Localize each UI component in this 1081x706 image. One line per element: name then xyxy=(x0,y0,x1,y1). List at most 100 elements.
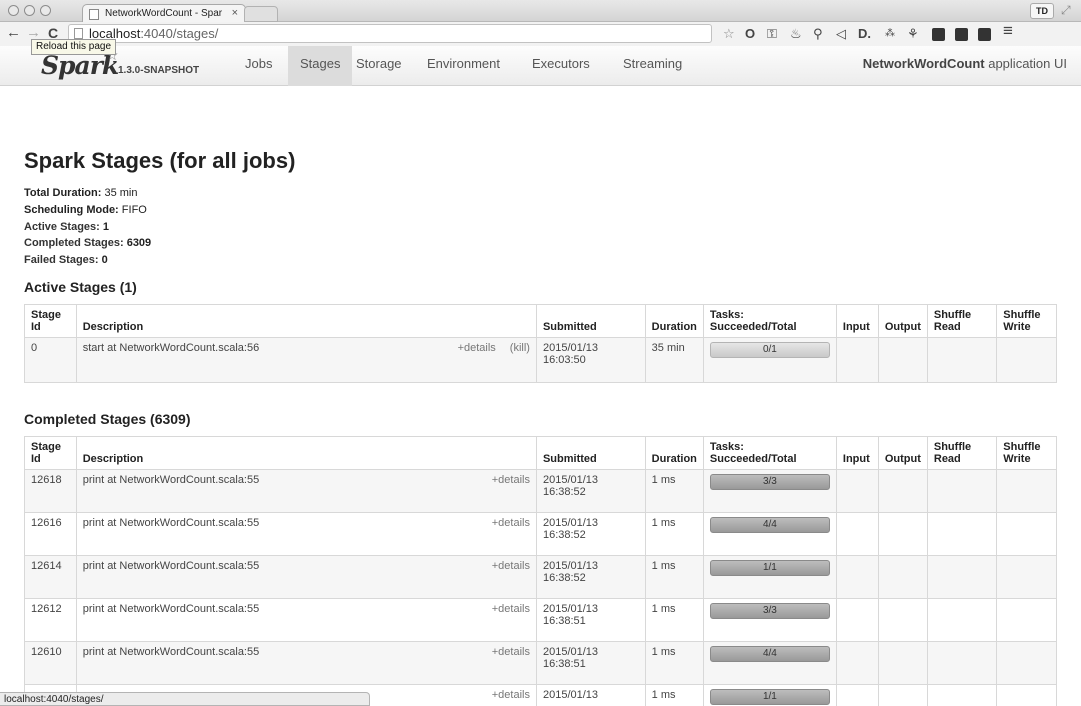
nav-environment[interactable]: Environment xyxy=(427,46,500,86)
stage-description-link[interactable]: start at NetworkWordCount.scala:56 xyxy=(83,342,259,354)
description-cell: print at NetworkWordCount.scala:55 +detai… xyxy=(75,555,537,599)
header-input[interactable]: Input xyxy=(835,436,879,470)
task-progress-bar: 0/1 xyxy=(709,342,830,358)
header-submitted[interactable]: Submitted xyxy=(535,304,646,338)
details-toggle[interactable]: +details xyxy=(492,560,530,572)
stage-id-cell[interactable]: 12612 xyxy=(24,598,77,642)
summary-active-stages[interactable]: Active Stages: 1 xyxy=(24,219,151,236)
details-toggle[interactable]: +details xyxy=(492,689,530,701)
nav-stages[interactable]: Stages xyxy=(288,46,353,86)
reload-tooltip: Reload this page xyxy=(31,39,117,55)
row-actions: +details xyxy=(478,646,530,658)
extension-icon[interactable]: ⚘ xyxy=(907,26,919,41)
stage-description-link[interactable]: print at NetworkWordCount.scala:55 xyxy=(83,560,260,572)
header-description[interactable]: Description xyxy=(75,304,537,338)
duration-cell: 1 ms xyxy=(644,555,704,599)
header-shuffle-read[interactable]: Shuffle Read xyxy=(926,304,998,338)
input-cell xyxy=(835,598,879,642)
output-cell xyxy=(877,684,928,706)
browser-tab[interactable]: NetworkWordCount - Spar × xyxy=(82,4,246,23)
tasks-cell: 0/1 xyxy=(702,337,837,383)
header-shuffle-write[interactable]: Shuffle Write xyxy=(996,304,1057,338)
nav-storage[interactable]: Storage xyxy=(356,46,402,86)
failed-stages-link[interactable]: Failed Stages: xyxy=(24,254,99,266)
window-zoom-button[interactable] xyxy=(40,5,51,16)
spark-version: 1.3.0-SNAPSHOT xyxy=(118,65,200,76)
new-tab-button[interactable] xyxy=(244,6,278,22)
menu-icon[interactable]: ≡ xyxy=(1003,22,1013,39)
header-tasks[interactable]: Tasks: Succeeded/Total xyxy=(702,436,837,470)
header-stage-id[interactable]: Stage Id xyxy=(24,436,77,470)
fullscreen-icon[interactable]: ⤢ xyxy=(1061,3,1071,18)
browser-toolbar: ← → C localhost:4040/stages/ ☆ O ⚿ ♨ ⚲ ◁… xyxy=(0,22,1081,46)
header-stage-id[interactable]: Stage Id xyxy=(24,304,77,338)
extension-icon[interactable] xyxy=(932,28,945,41)
extension-icon[interactable]: ⚿ xyxy=(767,26,777,41)
extension-icon[interactable]: D. xyxy=(858,26,871,41)
header-output[interactable]: Output xyxy=(877,304,928,338)
stage-id-cell[interactable]: 12616 xyxy=(24,512,77,556)
duration-cell: 1 ms xyxy=(644,512,704,556)
address-bar[interactable]: localhost:4040/stages/ xyxy=(68,24,712,43)
star-icon[interactable]: ☆ xyxy=(723,26,735,41)
active-stages-heading: Active Stages (1) xyxy=(24,279,137,295)
extension-icon[interactable]: ◁ xyxy=(836,26,846,41)
header-shuffle-write[interactable]: Shuffle Write xyxy=(996,436,1057,470)
extension-icon[interactable] xyxy=(978,28,991,41)
stage-id-cell[interactable]: 12614 xyxy=(24,555,77,599)
header-description[interactable]: Description xyxy=(75,436,537,470)
stage-id-cell[interactable]: 12610 xyxy=(24,641,77,685)
header-shuffle-read[interactable]: Shuffle Read xyxy=(926,436,998,470)
active-stages-link[interactable]: Active Stages: xyxy=(24,221,100,233)
spark-navbar: Spark ☆ 1.3.0-SNAPSHOT Jobs Stages Stora… xyxy=(0,46,1081,86)
submitted-date: 2015/01/13 xyxy=(542,689,599,701)
tasks-cell: 4/4 xyxy=(702,512,837,556)
nav-jobs[interactable]: Jobs xyxy=(245,46,272,86)
details-toggle[interactable]: +details xyxy=(458,342,496,354)
header-submitted[interactable]: Submitted xyxy=(535,436,646,470)
window-close-button[interactable] xyxy=(8,5,19,16)
task-progress-bar: 1/1 xyxy=(709,689,830,705)
stage-description-link[interactable]: print at NetworkWordCount.scala:55 xyxy=(83,603,260,615)
stage-description-link[interactable]: print at NetworkWordCount.scala:55 xyxy=(83,474,260,486)
duration-cell: 1 ms xyxy=(644,598,704,642)
profile-button[interactable]: TD xyxy=(1030,3,1054,19)
shuffle-write-cell xyxy=(996,512,1057,556)
shuffle-write-cell xyxy=(996,684,1057,706)
kill-stage-link[interactable]: (kill) xyxy=(510,342,530,354)
stage-description-link[interactable]: print at NetworkWordCount.scala:55 xyxy=(83,646,260,658)
header-input[interactable]: Input xyxy=(835,304,879,338)
task-progress-bar: 3/3 xyxy=(709,474,830,490)
extension-icon[interactable]: O xyxy=(745,26,755,41)
stage-id-cell[interactable]: 12618 xyxy=(24,469,77,513)
details-toggle[interactable]: +details xyxy=(492,603,530,615)
back-icon[interactable]: ← xyxy=(6,24,21,42)
completed-stages-link[interactable]: Completed Stages: xyxy=(24,237,124,249)
extension-icon[interactable]: ♨ xyxy=(790,26,802,41)
submitted-time: 16:03:50 xyxy=(542,354,586,366)
details-toggle[interactable]: +details xyxy=(492,517,530,529)
extension-icon[interactable]: ⚲ xyxy=(813,26,823,41)
summary-completed-stages[interactable]: Completed Stages: 6309 xyxy=(24,235,151,252)
header-tasks[interactable]: Tasks: Succeeded/Total xyxy=(702,304,837,338)
extension-icon[interactable]: ⁂ xyxy=(885,26,895,41)
close-tab-icon[interactable]: × xyxy=(232,7,238,19)
details-toggle[interactable]: +details xyxy=(492,474,530,486)
nav-executors[interactable]: Executors xyxy=(532,46,590,86)
extension-icon[interactable] xyxy=(955,28,968,41)
window-minimize-button[interactable] xyxy=(24,5,35,16)
header-duration[interactable]: Duration xyxy=(644,304,704,338)
stage-description-link[interactable]: print at NetworkWordCount.scala:55 xyxy=(83,517,260,529)
summary-failed-stages[interactable]: Failed Stages: 0 xyxy=(24,252,151,269)
duration-cell: 1 ms xyxy=(644,684,704,706)
details-toggle[interactable]: +details xyxy=(492,646,530,658)
header-output[interactable]: Output xyxy=(877,436,928,470)
submitted-date: 2015/01/13 xyxy=(542,646,599,658)
stage-id-cell[interactable]: 0 xyxy=(24,337,77,383)
description-cell: print at NetworkWordCount.scala:55 +detai… xyxy=(75,469,537,513)
nav-streaming[interactable]: Streaming xyxy=(623,46,682,86)
summary-value: 6309 xyxy=(123,237,152,250)
row-actions: +details xyxy=(478,560,530,572)
description-cell: start at NetworkWordCount.scala:56 +detai… xyxy=(75,337,537,383)
header-duration[interactable]: Duration xyxy=(644,436,704,470)
